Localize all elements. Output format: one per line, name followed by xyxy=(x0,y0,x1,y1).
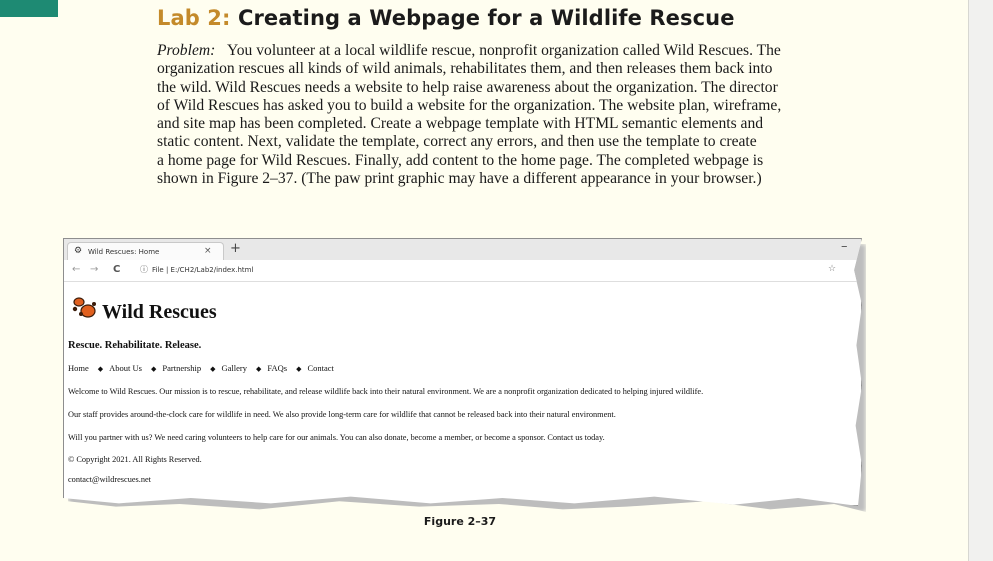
lab-number: Lab 2: xyxy=(157,6,231,30)
nav-about-link[interactable]: About Us xyxy=(109,363,142,373)
site-navigation: Home ◆ About Us ◆ Partnership ◆ Gallery ◆ FAQs ◆ C… xyxy=(68,363,337,373)
figure-caption: Figure 2–37 xyxy=(423,515,497,528)
nav-partnership-link[interactable]: Partnership xyxy=(162,363,201,373)
nav-gallery-link[interactable]: Gallery xyxy=(222,363,248,373)
partner-paragraph: Will you partner with us? We need caring… xyxy=(68,433,605,442)
nav-faqs-link[interactable]: FAQs xyxy=(267,363,287,373)
tab-bar: ⚙ Wild Rescues: Home × + – xyxy=(64,239,861,261)
site-tagline: Rescue. Rehabilitate. Release. xyxy=(68,340,202,351)
minimize-icon[interactable]: – xyxy=(841,239,848,254)
problem-line-8: shown in Figure 2–37. (The paw print gra… xyxy=(157,170,762,188)
lab-title-text: Creating a Webpage for a Wildlife Rescue xyxy=(237,6,735,30)
paw-print-icon xyxy=(72,297,96,318)
new-tab-icon[interactable]: + xyxy=(230,241,241,256)
page-right-divider xyxy=(968,0,969,561)
nav-separator-icon: ◆ xyxy=(97,365,104,373)
problem-line-2: organization rescues all kinds of wild a… xyxy=(157,60,773,78)
reload-icon[interactable]: C xyxy=(113,264,120,275)
copyright-text: © Copyright 2021. All Rights Reserved. xyxy=(68,455,202,464)
page-right-margin xyxy=(968,0,993,561)
address-bar: ← → C ⓘ File | E:/CH2/Lab2/index.html ☆ xyxy=(64,260,861,282)
welcome-paragraph: Welcome to Wild Rescues. Our mission is … xyxy=(68,387,704,396)
staff-paragraph: Our staff provides around-the-clock care… xyxy=(68,410,616,419)
problem-line-7: a home page for Wild Rescues. Finally, a… xyxy=(157,151,764,169)
bookmark-star-icon[interactable]: ☆ xyxy=(828,264,836,274)
favicon-icon: ⚙ xyxy=(74,246,83,256)
nav-home-link[interactable]: Home xyxy=(68,363,89,373)
browser-window-screenshot: ⚙ Wild Rescues: Home × + – ← → C ⓘ File … xyxy=(63,238,862,506)
problem-line-4: of Wild Rescues has asked you to build a… xyxy=(157,96,782,114)
back-arrow-icon[interactable]: ← xyxy=(72,264,80,275)
problem-line-5: and site map has been completed. Create … xyxy=(157,115,764,133)
contact-email-link[interactable]: contact@wildrescues.net xyxy=(68,475,151,484)
nav-separator-icon: ◆ xyxy=(296,365,302,373)
chapter-tab-marker xyxy=(0,0,58,17)
tab-title: Wild Rescues: Home xyxy=(88,248,160,256)
problem-line-3: the wild. Wild Rescues needs a website t… xyxy=(157,78,778,96)
nav-separator-icon: ◆ xyxy=(256,365,262,373)
url-field[interactable]: File | E:/CH2/Lab2/index.html xyxy=(152,266,253,274)
forward-arrow-icon[interactable]: → xyxy=(90,264,98,275)
nav-separator-icon: ◆ xyxy=(151,365,157,373)
problem-statement: Problem: You volunteer at a local wildli… xyxy=(157,42,862,188)
lab-title: Lab 2: Creating a Webpage for a Wildlife… xyxy=(157,6,735,30)
close-tab-icon[interactable]: × xyxy=(204,246,212,256)
rendered-webpage: Wild Rescues Rescue. Rehabilitate. Relea… xyxy=(64,282,861,505)
site-heading: Wild Rescues xyxy=(102,301,217,323)
problem-lead: Problem: xyxy=(157,42,216,59)
browser-tab[interactable]: ⚙ Wild Rescues: Home × xyxy=(67,242,224,261)
problem-line-6: static content. Next, validate the templ… xyxy=(157,133,757,151)
nav-separator-icon: ◆ xyxy=(210,365,216,373)
problem-line-1: Problem: You volunteer at a local wildli… xyxy=(157,42,781,59)
info-icon[interactable]: ⓘ xyxy=(140,264,148,275)
nav-contact-link[interactable]: Contact xyxy=(307,363,333,373)
